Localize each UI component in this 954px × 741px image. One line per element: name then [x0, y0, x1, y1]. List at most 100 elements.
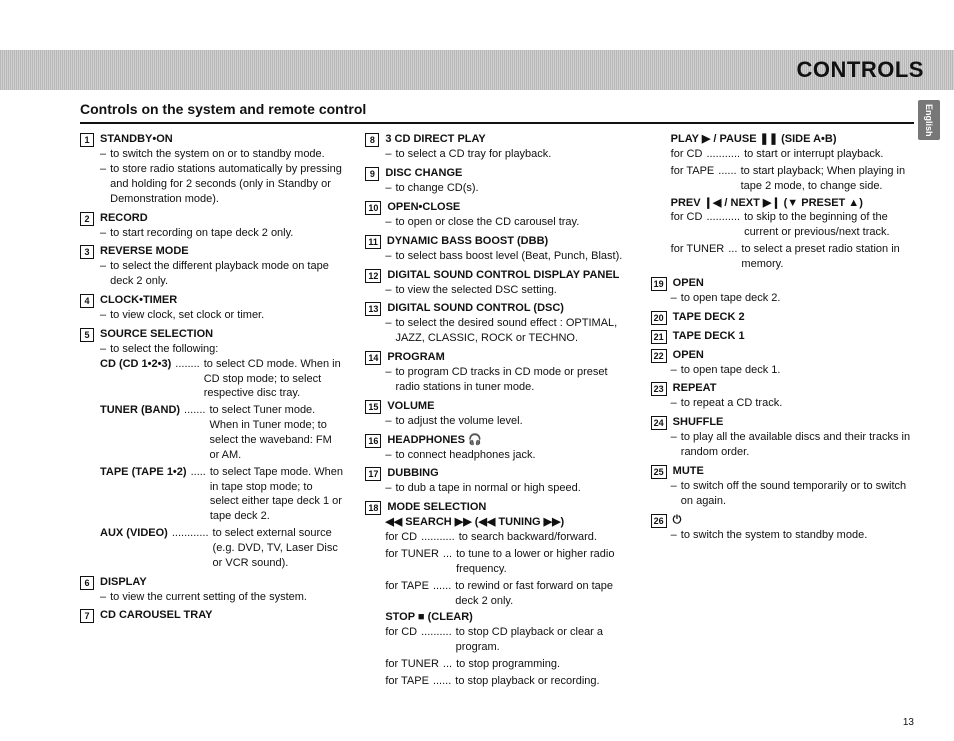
entry-description: to repeat a CD track. [681, 396, 783, 411]
entry-title: TAPE DECK 1 [673, 329, 745, 344]
entry-description: to select a CD tray for playback. [395, 147, 551, 162]
context-key: for TUNER [671, 242, 725, 272]
entry-description: to open tape deck 1. [681, 363, 781, 378]
context-key: for TUNER [385, 547, 439, 577]
control-entry: 12DIGITAL SOUND CONTROL DISPLAY PANEL–to… [365, 268, 628, 298]
entry-title: REPEAT [673, 381, 717, 396]
entry-description: to switch off the sound temporarily or t… [681, 479, 914, 509]
context-value: to tune to a lower or higher radio frequ… [456, 547, 629, 577]
entry-title: DUBBING [387, 466, 438, 481]
context-value: to stop CD playback or clear a program. [456, 625, 629, 655]
control-entry: 25MUTE–to switch off the sound temporari… [651, 464, 914, 509]
control-entry: 13DIGITAL SOUND CONTROL (DSC)–to select … [365, 301, 628, 346]
entry-number-box: 9 [365, 167, 379, 181]
entry-title: DIGITAL SOUND CONTROL (DSC) [387, 301, 564, 316]
control-entry: 26⏻–to switch the system to standby mode… [651, 513, 914, 543]
control-entry: PLAY ▶ / PAUSE ❚❚ (SIDE A•B)for CD......… [651, 132, 914, 272]
entry-description: to view the current setting of the syste… [110, 590, 307, 605]
control-entry: 15VOLUME–to adjust the volume level. [365, 399, 628, 429]
entry-title: MUTE [673, 464, 704, 479]
entry-title: DISPLAY [100, 575, 147, 590]
entry-title: SOURCE SELECTION [100, 327, 213, 342]
control-entry: 11DYNAMIC BASS BOOST (DBB)–to select bas… [365, 234, 628, 264]
columns: 1STANDBY•ON–to switch the system on or t… [80, 132, 914, 692]
entry-title: TAPE DECK 2 [673, 310, 745, 325]
banner-title: CONTROLS [797, 55, 924, 85]
entry-title: DYNAMIC BASS BOOST (DBB) [387, 234, 548, 249]
entry-number-box: 7 [80, 609, 94, 623]
source-value: to select Tape mode. When in tape stop m… [210, 465, 343, 524]
mode-subheading: STOP ■ (CLEAR) [385, 611, 473, 623]
context-value: to select a preset radio station in memo… [741, 242, 914, 272]
entry-number-box: 16 [365, 434, 381, 448]
source-value: to select external source (e.g. DVD, TV,… [213, 526, 344, 571]
source-value: to select Tuner mode. When in Tuner mode… [209, 403, 343, 462]
context-value: to start playback; When playing in tape … [741, 164, 914, 194]
context-value: to start or interrupt playback. [744, 147, 883, 162]
mode-subheading: ◀◀ SEARCH ▶▶ (◀◀ TUNING ▶▶) [385, 516, 564, 528]
entry-number-box: 14 [365, 351, 381, 365]
entry-title: MODE SELECTION [387, 500, 486, 515]
page-number: 13 [903, 716, 914, 730]
mode-subheading: PREV ❙◀ / NEXT ▶❙ (▼ PRESET ▲) [671, 197, 863, 209]
entry-title: DISC CHANGE [385, 166, 462, 181]
entry-description: to select the different playback mode on… [110, 259, 343, 289]
control-entry: 14PROGRAM–to program CD tracks in CD mod… [365, 350, 628, 395]
entry-title: OPEN [673, 348, 704, 363]
control-entry: 19OPEN–to open tape deck 2. [651, 276, 914, 306]
control-entry: 16HEADPHONES 🎧–to connect headphones jac… [365, 433, 628, 463]
control-entry: 4CLOCK•TIMER–to view clock, set clock or… [80, 293, 343, 323]
entry-description: to adjust the volume level. [395, 414, 522, 429]
entry-title: OPEN•CLOSE [387, 200, 460, 215]
control-entry: 23REPEAT–to repeat a CD track. [651, 381, 914, 411]
entry-description: to switch the system on or to standby mo… [110, 147, 325, 162]
entry-number-box: 4 [80, 294, 94, 308]
control-entry: 3REVERSE MODE–to select the different pl… [80, 244, 343, 289]
language-tab: English [918, 100, 940, 140]
entry-number-box: 12 [365, 269, 381, 283]
entry-number-box: 26 [651, 514, 667, 528]
page-content: Controls on the system and remote contro… [80, 100, 914, 711]
entry-number-box: 10 [365, 201, 381, 215]
source-value: to select CD mode. When in CD stop mode;… [204, 357, 344, 402]
entry-number-box: 23 [651, 382, 667, 396]
control-entry: 7CD CAROUSEL TRAY [80, 608, 343, 623]
entry-number-box: 22 [651, 349, 667, 363]
control-entry: 10OPEN•CLOSE–to open or close the CD car… [365, 200, 628, 230]
entry-number-box: 6 [80, 576, 94, 590]
entry-title: VOLUME [387, 399, 434, 414]
control-entry: 5SOURCE SELECTION–to select the followin… [80, 327, 343, 571]
context-key: for CD [671, 147, 703, 162]
entry-title: DIGITAL SOUND CONTROL DISPLAY PANEL [387, 268, 619, 283]
control-entry: 83 CD DIRECT PLAY–to select a CD tray fo… [365, 132, 628, 162]
section-title: Controls on the system and remote contro… [80, 100, 914, 124]
control-entry: 22OPEN–to open tape deck 1. [651, 348, 914, 378]
entry-description: to select the desired sound effect : OPT… [395, 316, 628, 346]
entry-number-box: 2 [80, 212, 94, 226]
entry-title: REVERSE MODE [100, 244, 189, 259]
source-key: TAPE (TAPE 1•2) [100, 465, 187, 524]
entry-number-box: 1 [80, 133, 94, 147]
entry-description: to dub a tape in normal or high speed. [395, 481, 580, 496]
control-entry: 18MODE SELECTION◀◀ SEARCH ▶▶ (◀◀ TUNING … [365, 500, 628, 688]
entry-description: to program CD tracks in CD mode or prese… [395, 365, 628, 395]
entry-description: to open tape deck 2. [681, 291, 781, 306]
entry-number-box: 13 [365, 302, 381, 316]
entry-description: to change CD(s). [395, 181, 478, 196]
entry-number-box: 21 [651, 330, 667, 344]
entry-description: to connect headphones jack. [395, 448, 535, 463]
control-entry: 1STANDBY•ON–to switch the system on or t… [80, 132, 343, 206]
entry-title: RECORD [100, 211, 148, 226]
context-key: for TUNER [385, 657, 439, 672]
control-entry: 6DISPLAY–to view the current setting of … [80, 575, 343, 605]
entry-number-box: 20 [651, 311, 667, 325]
control-entry: 9DISC CHANGE–to change CD(s). [365, 166, 628, 196]
entry-description: to select the following: [110, 342, 218, 357]
entry-number-box: 5 [80, 328, 94, 342]
entry-description: to select bass boost level (Beat, Punch,… [395, 249, 622, 264]
control-entry: 24SHUFFLE–to play all the available disc… [651, 415, 914, 460]
entry-number-box: 15 [365, 400, 381, 414]
entry-description: to open or close the CD carousel tray. [395, 215, 579, 230]
control-entry: 21 TAPE DECK 1 [651, 329, 914, 344]
entry-description: to view clock, set clock or timer. [110, 308, 264, 323]
